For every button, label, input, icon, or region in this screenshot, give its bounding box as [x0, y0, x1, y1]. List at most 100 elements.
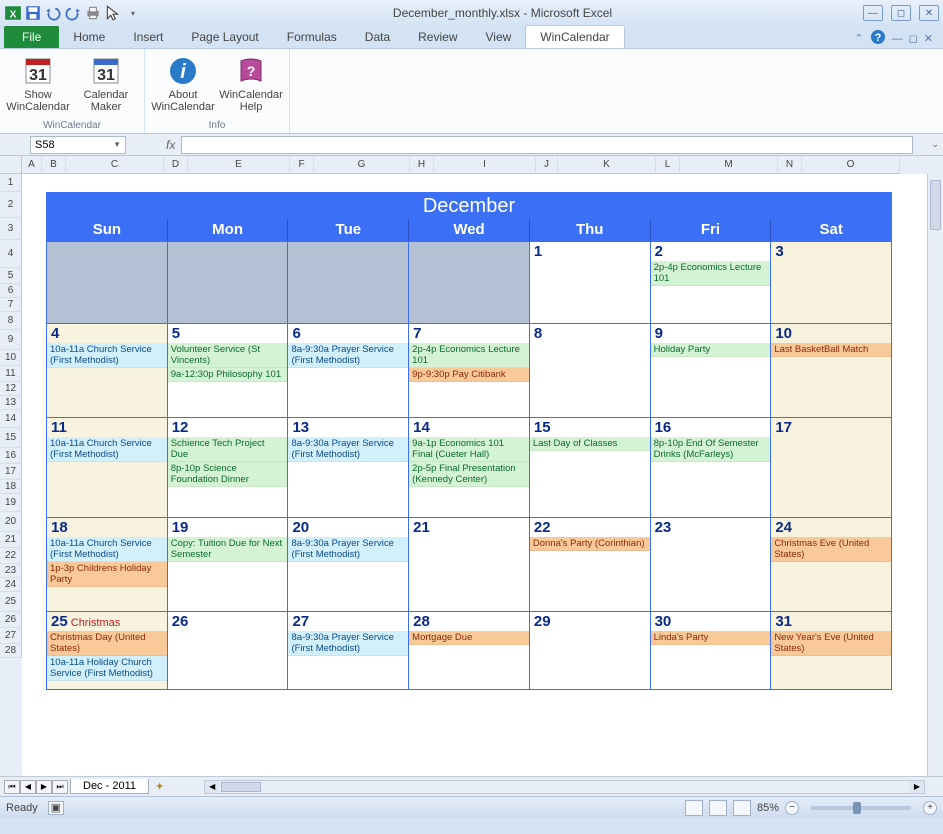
sheet-tab[interactable]: Dec - 2011: [70, 779, 149, 794]
zoom-out-button[interactable]: −: [785, 801, 799, 815]
calendar-maker-button[interactable]: 31 CalendarMaker: [76, 53, 136, 115]
doc-close-icon[interactable]: ✕: [924, 32, 933, 45]
qat-customize-icon[interactable]: ▾: [124, 4, 142, 22]
row-header[interactable]: 16: [0, 448, 22, 464]
column-header[interactable]: G: [314, 156, 410, 174]
calendar-cell[interactable]: 168p-10p End Of Semester Drinks (McFarle…: [650, 418, 771, 517]
calendar-event[interactable]: 1p-3p Childrens Holiday Party: [47, 562, 167, 587]
calendar-cell[interactable]: [47, 242, 167, 323]
row-header[interactable]: 28: [0, 644, 22, 658]
calendar-cell[interactable]: 1110a-11a Church Service (First Methodis…: [47, 418, 167, 517]
calendar-event[interactable]: 9p-9:30p Pay Citibank: [409, 368, 529, 382]
calendar-event[interactable]: 9a-12:30p Philosophy 101: [168, 368, 288, 382]
wincalendar-help-button[interactable]: ? WinCalendarHelp: [221, 53, 281, 115]
row-header[interactable]: 17: [0, 464, 22, 480]
scroll-right-button[interactable]: ▶: [910, 781, 924, 793]
ribbon-tab-page-layout[interactable]: Page Layout: [177, 26, 272, 48]
row-header[interactable]: 25: [0, 592, 22, 612]
column-header[interactable]: A: [22, 156, 42, 174]
calendar-cell[interactable]: 17: [770, 418, 891, 517]
show-wincalendar-button[interactable]: 31 ShowWinCalendar: [8, 53, 68, 115]
calendar-cell[interactable]: 12Schience Tech Project Due8p-10p Scienc…: [167, 418, 288, 517]
row-header[interactable]: 8: [0, 312, 22, 330]
calendar-event[interactable]: New Year's Eve (United States): [771, 631, 891, 656]
save-icon[interactable]: [24, 4, 42, 22]
redo-icon[interactable]: [64, 4, 82, 22]
column-header[interactable]: D: [164, 156, 188, 174]
doc-minimize-icon[interactable]: —: [892, 33, 903, 45]
row-header[interactable]: 5: [0, 268, 22, 284]
namebox-dropdown-icon[interactable]: ▼: [113, 140, 121, 149]
row-header[interactable]: 6: [0, 284, 22, 298]
calendar-cell[interactable]: 15Last Day of Classes: [529, 418, 650, 517]
print-icon[interactable]: [84, 4, 102, 22]
ribbon-tab-formulas[interactable]: Formulas: [273, 26, 351, 48]
calendar-event[interactable]: Linda's Party: [651, 631, 771, 645]
row-header[interactable]: 1: [0, 174, 22, 192]
zoom-level[interactable]: 85%: [757, 802, 779, 814]
formula-expand-icon[interactable]: ⌄: [931, 139, 939, 150]
ribbon-tab-insert[interactable]: Insert: [119, 26, 177, 48]
calendar-event[interactable]: 8a-9:30a Prayer Service (First Methodist…: [288, 343, 408, 368]
calendar-event[interactable]: 2p-4p Economics Lecture 101: [409, 343, 529, 368]
scroll-left-button[interactable]: ◀: [205, 781, 219, 793]
column-header[interactable]: B: [42, 156, 66, 174]
name-box[interactable]: S58 ▼: [30, 136, 126, 154]
row-header[interactable]: 21: [0, 532, 22, 548]
maximize-button[interactable]: ◻: [891, 5, 911, 21]
calendar-cell[interactable]: 72p-4p Economics Lecture 1019p-9:30p Pay…: [408, 324, 529, 417]
calendar-event[interactable]: 8p-10p End Of Semester Drinks (McFarleys…: [651, 437, 771, 462]
normal-view-button[interactable]: [685, 800, 703, 816]
column-header[interactable]: I: [434, 156, 536, 174]
tab-next-button[interactable]: ▶: [36, 780, 52, 794]
macro-record-icon[interactable]: ▣: [48, 801, 64, 815]
formula-bar[interactable]: [181, 136, 913, 154]
row-header[interactable]: 20: [0, 512, 22, 532]
calendar-cell[interactable]: 1: [529, 242, 650, 323]
calendar-cell[interactable]: [408, 242, 529, 323]
calendar-event[interactable]: Last BasketBall Match: [771, 343, 891, 357]
row-header[interactable]: 12: [0, 382, 22, 396]
row-header[interactable]: 18: [0, 480, 22, 494]
tab-last-button[interactable]: ⏭: [52, 780, 68, 794]
row-header[interactable]: 10: [0, 350, 22, 366]
row-header[interactable]: 14: [0, 410, 22, 428]
row-header[interactable]: 22: [0, 548, 22, 564]
calendar-cell[interactable]: 3: [770, 242, 891, 323]
calendar-event[interactable]: 8a-9:30a Prayer Service (First Methodist…: [288, 537, 408, 562]
calendar-cell[interactable]: 278a-9:30a Prayer Service (First Methodi…: [287, 612, 408, 689]
row-header[interactable]: 11: [0, 366, 22, 382]
column-header[interactable]: F: [290, 156, 314, 174]
calendar-event[interactable]: Copy: Tuition Due for Next Semester: [168, 537, 288, 562]
calendar-cell[interactable]: 68a-9:30a Prayer Service (First Methodis…: [287, 324, 408, 417]
row-header[interactable]: 15: [0, 428, 22, 448]
calendar-cell[interactable]: 9Holiday Party: [650, 324, 771, 417]
calendar-cell[interactable]: 24Christmas Eve (United States): [770, 518, 891, 611]
doc-restore-icon[interactable]: ◻: [909, 32, 918, 45]
zoom-in-button[interactable]: +: [923, 801, 937, 815]
row-header[interactable]: 13: [0, 396, 22, 410]
calendar-cell[interactable]: 29: [529, 612, 650, 689]
calendar-event[interactable]: Mortgage Due: [409, 631, 529, 645]
calendar-cell[interactable]: 25 ChristmasChristmas Day (United States…: [47, 612, 167, 689]
row-header[interactable]: 9: [0, 330, 22, 350]
zoom-thumb[interactable]: [853, 802, 861, 814]
row-header[interactable]: 19: [0, 494, 22, 512]
row-header[interactable]: 2: [0, 192, 22, 218]
cursor-icon[interactable]: [104, 4, 122, 22]
calendar-cell[interactable]: 23: [650, 518, 771, 611]
calendar-cell[interactable]: 138a-9:30a Prayer Service (First Methodi…: [287, 418, 408, 517]
column-header[interactable]: C: [66, 156, 164, 174]
calendar-cell[interactable]: 28Mortgage Due: [408, 612, 529, 689]
calendar-cell[interactable]: 5Volunteer Service (St Vincents)9a-12:30…: [167, 324, 288, 417]
new-sheet-icon[interactable]: ✦: [155, 780, 164, 793]
calendar-event[interactable]: 10a-11a Holiday Church Service (First Me…: [47, 656, 167, 681]
ribbon-tab-review[interactable]: Review: [404, 26, 471, 48]
zoom-slider[interactable]: [811, 806, 911, 810]
calendar-event[interactable]: 9a-1p Economics 101 Final (Cueter Hall): [409, 437, 529, 462]
calendar-cell[interactable]: [287, 242, 408, 323]
page-break-view-button[interactable]: [733, 800, 751, 816]
calendar-event[interactable]: Schience Tech Project Due: [168, 437, 288, 462]
row-header[interactable]: 24: [0, 578, 22, 592]
calendar-cell[interactable]: 21: [408, 518, 529, 611]
